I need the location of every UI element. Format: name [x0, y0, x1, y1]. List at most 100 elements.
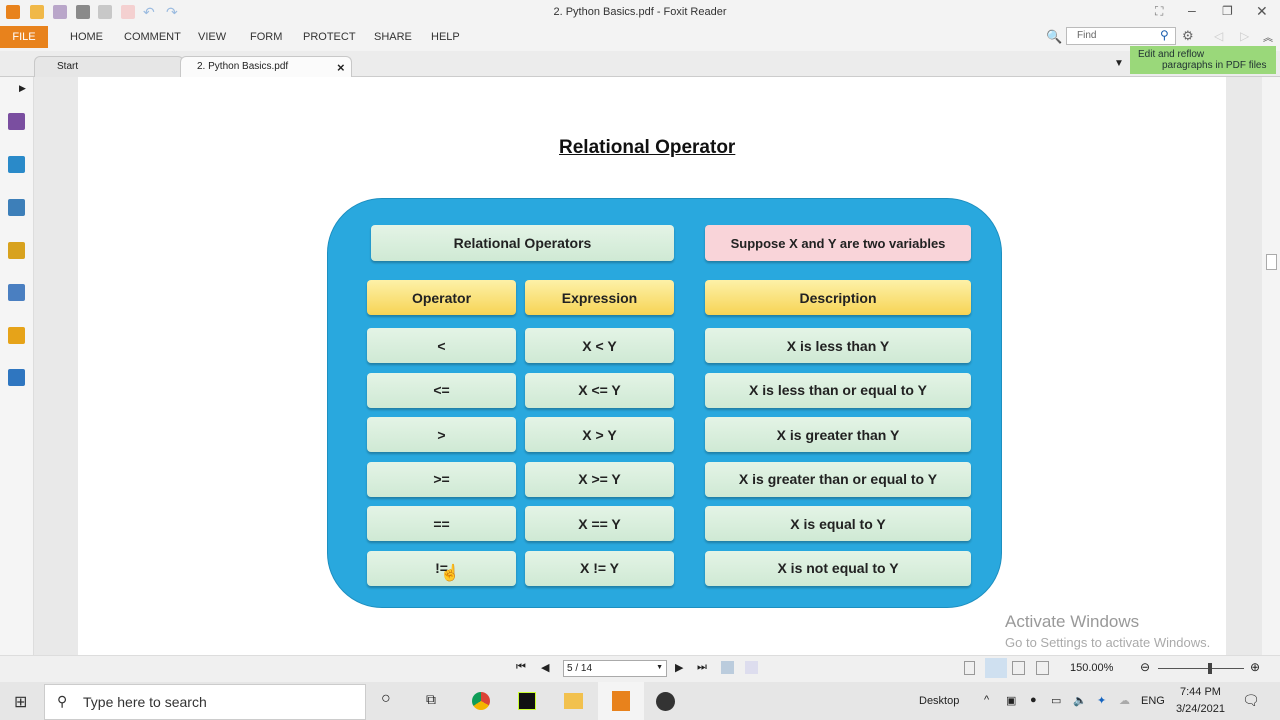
- zoom-slider-thumb[interactable]: [1207, 663, 1212, 674]
- comments-icon[interactable]: [8, 242, 25, 259]
- close-tab-icon[interactable]: ×: [337, 60, 345, 75]
- title-bar: ↶ ↷ 2. Python Basics.pdf - Foxit Reader …: [0, 0, 1280, 25]
- collapse-ribbon-icon[interactable]: ︽: [1263, 29, 1273, 44]
- show-hidden-icons[interactable]: ^: [984, 694, 989, 706]
- description-cell: X is less than or equal to Y: [705, 372, 971, 408]
- restore-icon[interactable]: ❐: [1222, 4, 1233, 18]
- tab-start[interactable]: Start: [34, 56, 184, 77]
- camera-icon[interactable]: ▣: [1006, 694, 1016, 707]
- expression-cell: X > Y: [525, 417, 674, 452]
- find-folder-icon[interactable]: 🔍: [1046, 29, 1062, 45]
- dropbox-icon[interactable]: ✦: [1097, 694, 1106, 707]
- description-cell: X is not equal to Y: [705, 550, 971, 586]
- zoom-in-icon[interactable]: ⊕: [1250, 660, 1260, 674]
- taskbar-search[interactable]: ⚲ Type here to search: [44, 684, 366, 720]
- page-gutter: [34, 77, 78, 655]
- operator-cell: >=: [367, 461, 516, 497]
- signature-icon[interactable]: [8, 369, 25, 386]
- minimize-icon[interactable]: –: [1188, 2, 1196, 18]
- cloud-icon[interactable]: ☁: [1119, 694, 1130, 707]
- security-icon[interactable]: [8, 327, 25, 344]
- tab-python-basics[interactable]: 2. Python Basics.pdf ×: [180, 56, 352, 77]
- foxit-icon: [612, 691, 630, 711]
- last-page-icon[interactable]: ⏭: [697, 661, 707, 674]
- tip-banner[interactable]: Edit and reflow paragraphs in PDF files: [1130, 46, 1276, 74]
- close-window-icon[interactable]: ✕: [1256, 3, 1268, 20]
- menu-comment[interactable]: COMMENT: [124, 31, 181, 43]
- bookmark-icon[interactable]: [8, 113, 25, 130]
- column-expression: Expression: [525, 280, 674, 315]
- facing-icon[interactable]: [1012, 661, 1025, 675]
- task-view-icon[interactable]: ⧉: [426, 691, 436, 708]
- page-number-input[interactable]: 5 / 14 ▼: [563, 660, 667, 677]
- next-page-icon[interactable]: ▶: [675, 661, 683, 674]
- continuous-icon[interactable]: [985, 658, 1007, 678]
- menu-protect[interactable]: PROTECT: [303, 31, 356, 43]
- expression-cell: X == Y: [525, 506, 674, 541]
- search-placeholder: Type here to search: [83, 694, 207, 710]
- file-menu[interactable]: FILE: [0, 26, 48, 48]
- operator-cell: <=: [367, 372, 516, 408]
- menu-help[interactable]: HELP: [431, 31, 460, 43]
- single-page-icon[interactable]: [964, 661, 975, 675]
- continuous-facing-icon[interactable]: [1036, 661, 1049, 675]
- diagram-note: Suppose X and Y are two variables: [705, 225, 971, 261]
- menu-form[interactable]: FORM: [250, 31, 282, 43]
- column-operator: Operator: [367, 280, 516, 315]
- zoom-out-icon[interactable]: ⊖: [1140, 660, 1150, 674]
- column-description: Description: [705, 280, 971, 315]
- desktop-toolbar[interactable]: Desktop: [919, 695, 959, 707]
- description-cell: X is equal to Y: [705, 506, 971, 541]
- description-cell: X is less than Y: [705, 328, 971, 363]
- expression-cell: X < Y: [525, 328, 674, 363]
- file-explorer-icon[interactable]: [564, 693, 583, 709]
- notifications-icon[interactable]: 🗨: [1242, 692, 1260, 709]
- tab-label: 2. Python Basics.pdf: [197, 61, 289, 72]
- tab-label: Start: [57, 61, 79, 72]
- dropdown-icon[interactable]: ▼: [1114, 58, 1124, 69]
- activate-windows-subtext: Go to Settings to activate Windows.: [1005, 635, 1211, 650]
- microphone-icon[interactable]: ●: [1030, 694, 1037, 706]
- activate-windows-watermark: Activate Windows: [1005, 612, 1140, 631]
- tip-line2: paragraphs in PDF files: [1162, 60, 1267, 71]
- menu-share[interactable]: SHARE: [374, 31, 412, 43]
- network-icon[interactable]: ▭: [1051, 694, 1061, 707]
- navigation-panel: ▶: [0, 77, 34, 655]
- zoom-slider[interactable]: [1158, 668, 1244, 669]
- next-view-icon[interactable]: [745, 661, 758, 674]
- attachment-icon[interactable]: [8, 284, 25, 301]
- chrome-icon[interactable]: [472, 692, 490, 710]
- fullscreen-icon[interactable]: ⛶: [1155, 4, 1163, 19]
- cortana-icon[interactable]: ○: [381, 690, 391, 708]
- search-icon[interactable]: ⚲: [1160, 28, 1169, 42]
- expression-cell: X >= Y: [525, 461, 674, 497]
- windows-start-icon[interactable]: ⊞: [14, 692, 27, 712]
- expand-panel-icon[interactable]: ▶: [19, 83, 26, 94]
- tip-line1: Edit and reflow: [1138, 49, 1205, 60]
- language-indicator[interactable]: ENG: [1141, 695, 1165, 707]
- next-result-icon[interactable]: ▷: [1240, 29, 1249, 43]
- previous-page-icon[interactable]: ◀: [541, 661, 549, 674]
- gear-icon[interactable]: ⚙: [1182, 28, 1194, 44]
- pages-icon[interactable]: [8, 156, 25, 173]
- scrollbar-thumb[interactable]: [1266, 254, 1277, 270]
- zoom-level[interactable]: 150.00%: [1070, 662, 1113, 674]
- menu-view[interactable]: VIEW: [198, 31, 226, 43]
- operator-cell: ==: [367, 506, 516, 541]
- operator-cell: <: [367, 328, 516, 363]
- pycharm-icon[interactable]: [518, 692, 536, 710]
- prev-result-icon[interactable]: ◁: [1214, 29, 1223, 43]
- page-number: 5 / 14: [567, 663, 593, 674]
- layers-icon[interactable]: [8, 199, 25, 216]
- operator-cell: >: [367, 417, 516, 452]
- obs-icon[interactable]: [656, 692, 675, 711]
- page-title: Relational Operator: [559, 137, 736, 158]
- first-page-icon[interactable]: ⏮: [516, 661, 526, 674]
- clock-time[interactable]: 7:44 PM: [1180, 686, 1221, 698]
- vertical-scrollbar[interactable]: [1262, 77, 1280, 655]
- volume-icon[interactable]: 🔈: [1073, 694, 1087, 707]
- menu-home[interactable]: HOME: [70, 31, 103, 43]
- clock-date[interactable]: 3/24/2021: [1176, 703, 1225, 715]
- previous-view-icon[interactable]: [721, 661, 734, 674]
- foxit-taskbar-button[interactable]: [598, 682, 644, 720]
